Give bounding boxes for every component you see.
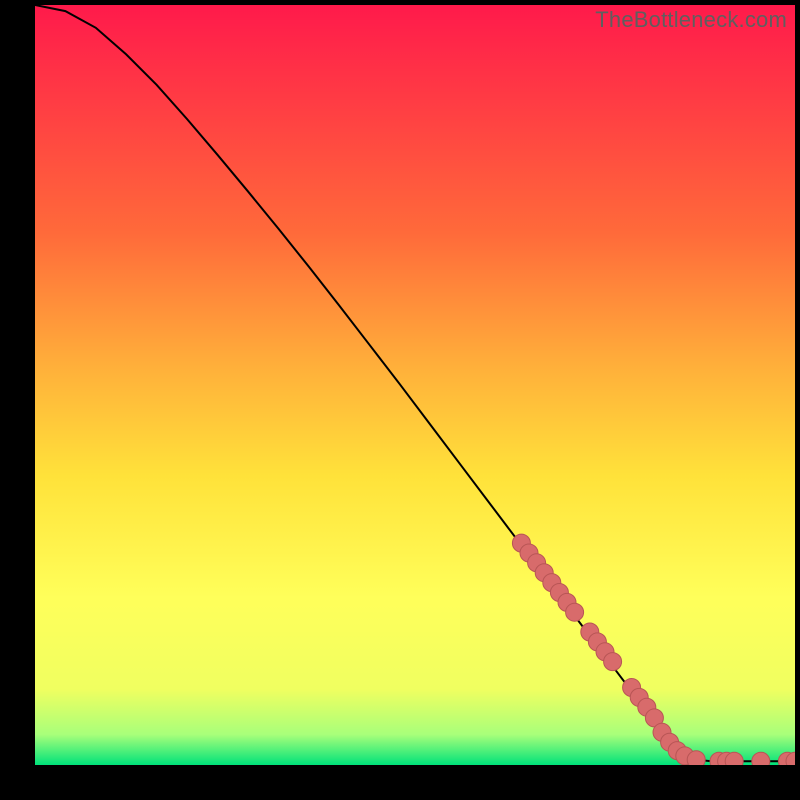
data-marker [566,603,584,621]
citation-text: TheBottleneck.com [595,7,787,33]
gradient-background [35,5,795,765]
data-marker [752,752,770,765]
data-marker [687,751,705,765]
chart-frame: TheBottleneck.com [35,5,795,765]
chart-plot [35,5,795,765]
data-marker [604,653,622,671]
data-marker [725,752,743,765]
